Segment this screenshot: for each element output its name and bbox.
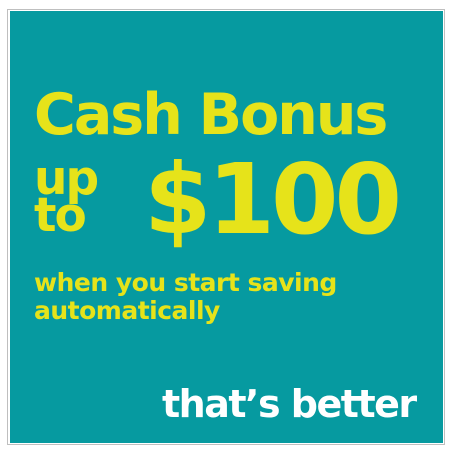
tagline: that’s better	[162, 382, 417, 426]
subline-2: automatically	[34, 296, 220, 325]
headline: Cash Bonus	[34, 82, 388, 148]
bonus-amount: $100	[144, 143, 402, 256]
promo-banner[interactable]: Cash Bonus up to $100 when you start sav…	[10, 11, 443, 443]
up-to-label: up to	[34, 155, 99, 238]
subline-1: when you start saving	[34, 268, 337, 297]
